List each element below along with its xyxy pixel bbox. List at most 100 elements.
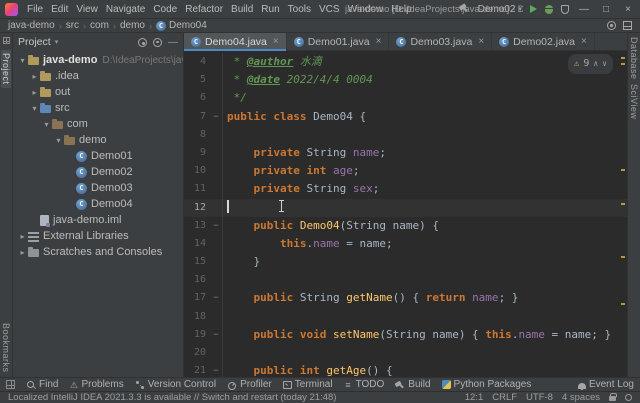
chevron-right-icon[interactable]: ▸ [29, 72, 40, 81]
menu-edit[interactable]: Edit [47, 4, 72, 15]
project-panel-title[interactable]: Project [18, 36, 51, 48]
tree-item-demo03[interactable]: C Demo03 [13, 180, 183, 196]
code-editor[interactable]: 4 * @author 水滴 5 * @date 2022/4/4 0004 6 *… [184, 51, 627, 377]
scrollbar-error-stripe[interactable] [620, 51, 627, 377]
tab-demo03-java[interactable]: C Demo03.java × [389, 33, 493, 50]
toolwindow-button-profiler[interactable]: Profiler [227, 379, 272, 390]
status-item-utf-8[interactable]: UTF-8 [526, 392, 553, 403]
chevron-down-icon[interactable]: ▾ [53, 136, 64, 145]
readonly-lock-icon[interactable] [609, 392, 617, 401]
tree-item-demo[interactable]: ▾ demo [13, 132, 183, 148]
tool-stripe-button-project[interactable]: Project [1, 50, 11, 88]
window-switcher-icon[interactable] [6, 380, 15, 389]
toolwindow-button-find[interactable]: Find [26, 379, 58, 390]
coverage-icon[interactable] [561, 4, 569, 14]
menu-code[interactable]: Code [149, 4, 181, 15]
tab-demo02-java[interactable]: C Demo02.java × [492, 33, 595, 50]
toolwindow-button-problems[interactable]: ⚠ Problems [69, 379, 124, 390]
menu-vcs[interactable]: VCS [315, 4, 344, 15]
tool-stripe-button-bookmarks[interactable]: Bookmarks [1, 323, 11, 373]
menu-view[interactable]: View [72, 4, 102, 15]
code-line[interactable]: 9 private String name; [184, 143, 627, 163]
tree-item-com[interactable]: ▾ com [13, 116, 183, 132]
code-line[interactable]: 5 * @date 2022/4/4 0004 [184, 71, 627, 90]
minimize-button[interactable]: — [577, 1, 591, 18]
build-icon[interactable] [458, 3, 470, 15]
tree-item-external-libraries[interactable]: ▸ External Libraries [13, 228, 183, 244]
inspections-widget[interactable]: ⚠ 9 ∧ ∨ [567, 54, 613, 75]
code-line[interactable]: 11 private String sex; [184, 180, 627, 199]
code-line[interactable]: 16 [184, 271, 627, 290]
close-icon[interactable]: × [581, 36, 587, 47]
tree-item-demo02[interactable]: C Demo02 [13, 164, 183, 180]
tree-item-java-demo[interactable]: ▾java-demoD:\IdeaProjects\java-demo [13, 52, 183, 68]
chevron-down-icon[interactable]: ▾ [29, 104, 40, 113]
debug-icon[interactable] [545, 4, 553, 14]
toolwindow-button-python-packages[interactable]: Python Packages [441, 379, 531, 390]
fold-icon[interactable]: − [210, 107, 223, 126]
close-icon[interactable]: × [376, 36, 382, 47]
code-line[interactable]: 7− public class Demo04 { [184, 107, 627, 126]
code-line[interactable]: 14 this.name = name; [184, 234, 627, 254]
hide-panel-icon[interactable]: — [168, 37, 178, 48]
menu-file[interactable]: File [23, 4, 47, 15]
code-line[interactable]: 10 private int age; [184, 162, 627, 181]
run-icon[interactable] [530, 5, 537, 13]
tree-item-demo04[interactable]: C Demo04 [13, 196, 183, 212]
menu-build[interactable]: Build [227, 4, 257, 15]
close-icon[interactable]: × [478, 36, 484, 47]
prev-problem-icon[interactable]: ∧ [593, 55, 598, 73]
tab-demo04-java[interactable]: C Demo04.java × [184, 33, 287, 51]
breadcrumb-item-demo[interactable]: demo [120, 20, 145, 31]
code-line[interactable]: 15 } [184, 253, 627, 272]
tree-item-demo01[interactable]: C Demo01 [13, 148, 183, 164]
toolwindow-button-terminal[interactable]: Terminal [282, 379, 333, 390]
menu-tools[interactable]: Tools [284, 4, 315, 15]
tree-item-java-demo-iml[interactable]: java-demo.iml [13, 212, 183, 228]
tree-item-src[interactable]: ▾ src [13, 100, 183, 116]
code-line[interactable]: 19− public void setName(String name) { t… [184, 325, 627, 344]
breadcrumb-item-demo04[interactable]: C Demo04 [155, 20, 207, 31]
fold-icon[interactable]: − [210, 325, 223, 344]
close-button[interactable]: × [621, 1, 635, 18]
code-line[interactable]: 20 [184, 344, 627, 363]
code-line[interactable]: 13− public Demo04(String name) { [184, 216, 627, 235]
chevron-right-icon[interactable]: ▸ [17, 248, 28, 257]
fold-icon[interactable]: − [210, 216, 223, 235]
hide-panels-icon[interactable] [623, 21, 632, 30]
chevron-down-icon[interactable]: ▾ [17, 56, 28, 65]
toolwindow-button-todo[interactable]: ≡ TODO [344, 379, 384, 390]
tree-item-out[interactable]: ▸ out [13, 84, 183, 100]
indicator-icon[interactable] [625, 394, 632, 401]
toolwindow-button-event-log[interactable]: Event Log [577, 379, 634, 390]
status-item-12-1[interactable]: 12:1 [465, 392, 484, 403]
tool-stripe-button-sciview[interactable]: SciView [629, 84, 639, 119]
chevron-down-icon[interactable]: ▾ [41, 120, 52, 129]
status-item-4-spaces[interactable]: 4 spaces [562, 392, 600, 403]
next-problem-icon[interactable]: ∨ [602, 55, 607, 73]
code-line[interactable]: 4 * @author 水滴 [184, 53, 627, 72]
chevron-right-icon[interactable]: ▸ [29, 88, 40, 97]
fold-icon[interactable]: − [210, 362, 223, 377]
breadcrumb-item-java-demo[interactable]: java-demo [8, 20, 55, 31]
tree-item-idea[interactable]: ▸ .idea [13, 68, 183, 84]
close-icon[interactable]: × [273, 36, 279, 47]
chevron-right-icon[interactable]: ▸ [17, 232, 28, 241]
code-line[interactable]: 21− public int getAge() { [184, 362, 627, 377]
status-item-crlf[interactable]: CRLF [492, 392, 517, 403]
settings-icon[interactable] [607, 21, 616, 30]
breadcrumb-item-src[interactable]: src [66, 20, 79, 31]
code-line[interactable]: 8 [184, 125, 627, 144]
tab-demo01-java[interactable]: C Demo01.java × [287, 33, 390, 50]
tool-window-switcher-icon[interactable] [2, 37, 10, 44]
code-line[interactable]: 17− public String getName() { return nam… [184, 289, 627, 308]
status-message[interactable]: Localized IntelliJ IDEA 2021.3.3 is avai… [8, 392, 336, 403]
chevron-down-icon[interactable]: ▾ [55, 38, 59, 46]
toolwindow-button-version-control[interactable]: Version Control [135, 379, 216, 390]
breadcrumb-item-com[interactable]: com [90, 20, 109, 31]
code-line[interactable]: 12 [184, 198, 627, 217]
code-line[interactable]: 18 [184, 307, 627, 326]
settings-icon[interactable] [153, 37, 162, 47]
menu-refactor[interactable]: Refactor [181, 4, 227, 15]
locate-file-icon[interactable] [138, 37, 147, 47]
